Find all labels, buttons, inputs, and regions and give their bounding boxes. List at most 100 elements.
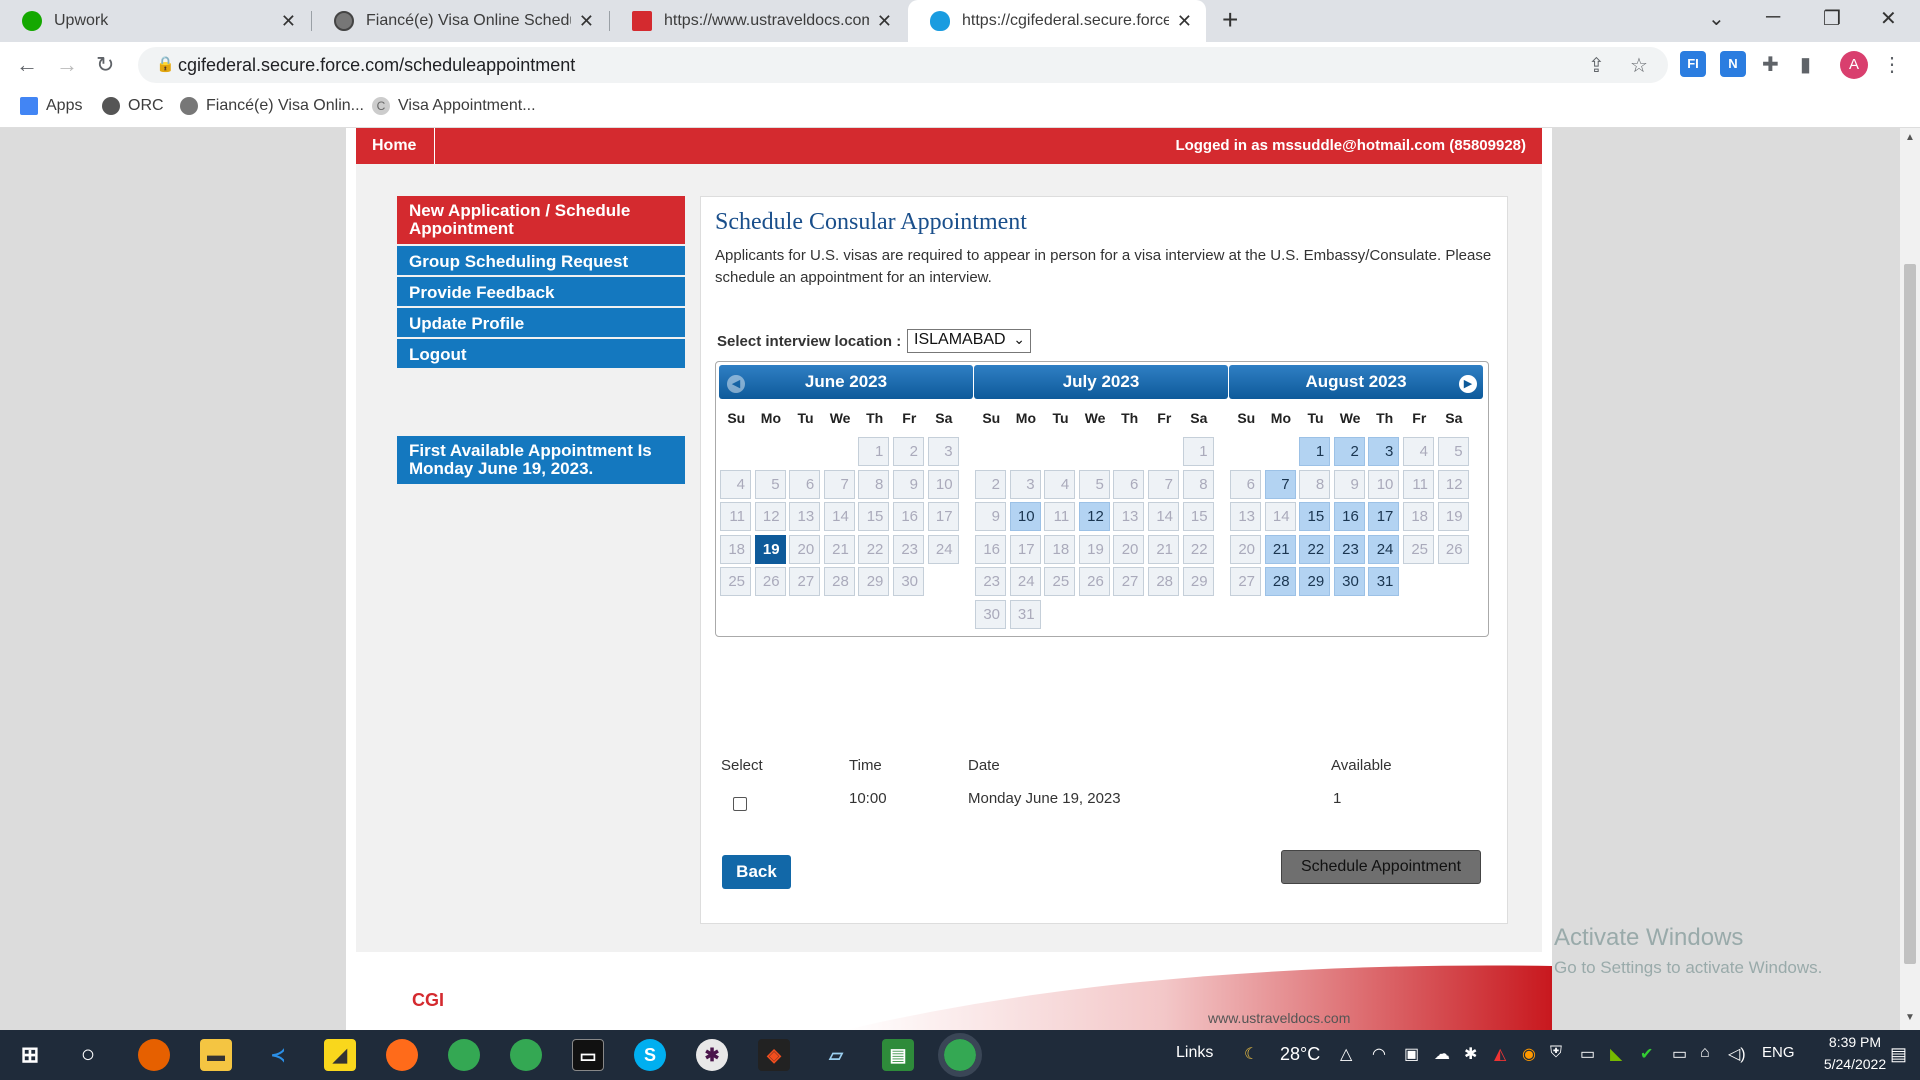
tab-upwork[interactable]: Upwork ✕ xyxy=(0,0,310,42)
battery-icon[interactable]: ▭ xyxy=(1672,1044,1687,1064)
calendar-day[interactable]: 1 xyxy=(1299,437,1331,466)
window-close-icon[interactable]: ✕ xyxy=(1880,6,1897,31)
calendar-day[interactable]: 31 xyxy=(1368,567,1400,596)
shield-icon[interactable]: ⛨ xyxy=(1550,1044,1562,1062)
url-text[interactable]: cgifederal.secure.force.com/scheduleappo… xyxy=(178,55,575,76)
notepad-icon[interactable]: ▱ xyxy=(820,1039,852,1071)
reload-icon[interactable]: ↻ xyxy=(96,52,114,78)
schedule-appointment-button[interactable]: Schedule Appointment xyxy=(1281,850,1481,884)
calendar-day[interactable]: 19 xyxy=(754,534,786,564)
restore-icon[interactable]: ❐ xyxy=(1823,6,1841,31)
tab-search-chevron-icon[interactable]: ⌄ xyxy=(1708,6,1725,31)
network-icon[interactable]: ⌂ xyxy=(1700,1044,1710,1062)
windows-start-icon[interactable]: ⊞ xyxy=(14,1039,46,1071)
slack-tray-icon[interactable]: ✱ xyxy=(1464,1044,1477,1064)
back-button[interactable]: Back xyxy=(722,855,791,889)
sidebar-item-update-profile[interactable]: Update Profile xyxy=(397,308,685,337)
file-explorer-icon[interactable]: ▬ xyxy=(200,1039,232,1071)
extension-fi-icon[interactable]: FI xyxy=(1680,51,1706,77)
bookmark-apps[interactable]: Apps xyxy=(20,97,82,115)
bookmark-star-icon[interactable]: ☆ xyxy=(1630,53,1648,78)
figma-icon[interactable]: ◈ xyxy=(758,1039,790,1071)
nvidia-icon[interactable]: ◣ xyxy=(1610,1044,1622,1064)
sticky-notes-icon[interactable]: ◢ xyxy=(324,1039,356,1071)
close-icon[interactable]: ✕ xyxy=(1177,11,1192,32)
weather-temperature[interactable]: 28°C xyxy=(1280,1044,1320,1065)
excel-chart-icon[interactable]: ▤ xyxy=(882,1039,914,1071)
wifi-icon[interactable]: ◠ xyxy=(1372,1044,1386,1064)
home-link[interactable]: Home xyxy=(372,137,416,155)
sidebar-item-provide-feedback[interactable]: Provide Feedback xyxy=(397,277,685,306)
lock-icon[interactable]: 🔒 xyxy=(156,55,175,73)
calendar-day[interactable]: 22 xyxy=(1299,534,1331,564)
share-icon[interactable]: ⇪ xyxy=(1588,53,1605,78)
bookmark-visa-appointment[interactable]: C Visa Appointment... xyxy=(372,97,536,115)
clock-date[interactable]: 5/24/2022 xyxy=(1822,1056,1888,1072)
minimize-icon[interactable]: ─ xyxy=(1766,6,1780,29)
appointment-checkbox[interactable] xyxy=(733,797,747,811)
side-panel-icon[interactable]: ▮ xyxy=(1800,52,1811,77)
tab-ustraveldocs[interactable]: https://www.ustraveldocs.com/pk ✕ xyxy=(610,0,906,42)
bookmark-fiance-visa[interactable]: Fiancé(e) Visa Onlin... xyxy=(180,97,364,115)
calendar-day[interactable]: 30 xyxy=(1333,567,1365,596)
cloud-icon[interactable]: ☁ xyxy=(1434,1044,1450,1064)
check-icon[interactable]: ✔ xyxy=(1640,1044,1653,1064)
calendar-day[interactable]: 2 xyxy=(1333,437,1365,466)
close-icon[interactable]: ✕ xyxy=(579,11,594,32)
calendar-day[interactable]: 15 xyxy=(1299,502,1331,531)
close-icon[interactable]: ✕ xyxy=(877,11,892,32)
sidebar-item-group-scheduling[interactable]: Group Scheduling Request xyxy=(397,246,685,275)
menu-kebab-icon[interactable]: ⋮ xyxy=(1882,52,1902,77)
calendar-day[interactable]: 3 xyxy=(1368,437,1400,466)
display-icon[interactable]: ▭ xyxy=(1580,1044,1595,1064)
sidebar-item-new-application[interactable]: New Application / Schedule Appointment xyxy=(397,196,685,244)
location-select[interactable]: ISLAMABAD ⌄ xyxy=(907,329,1031,353)
calendar-day[interactable]: 29 xyxy=(1299,567,1331,596)
forward-arrow-icon[interactable]: → xyxy=(56,52,78,78)
slack-icon[interactable]: ✱ xyxy=(696,1039,728,1071)
chrome-profile-icon[interactable] xyxy=(510,1039,542,1071)
camera-icon[interactable]: ▣ xyxy=(1404,1044,1419,1064)
extension-n-icon[interactable]: N xyxy=(1720,51,1746,77)
calendar-day[interactable]: 24 xyxy=(1368,534,1400,564)
avast-icon[interactable]: ◉ xyxy=(1522,1044,1536,1064)
bookmark-orc[interactable]: ORC xyxy=(102,97,164,115)
new-tab-plus-icon[interactable]: + xyxy=(1222,4,1238,36)
calendar-day[interactable]: 28 xyxy=(1264,567,1296,596)
scroll-up-icon[interactable]: ▲ xyxy=(1905,132,1915,143)
next-month-icon[interactable]: ▶ xyxy=(1459,375,1477,393)
back-arrow-icon[interactable]: ← xyxy=(16,52,38,78)
sidebar-item-logout[interactable]: Logout xyxy=(397,339,685,368)
scroll-down-icon[interactable]: ▼ xyxy=(1905,1012,1915,1023)
footer-url[interactable]: www.ustraveldocs.com xyxy=(1208,1010,1350,1026)
postman-icon[interactable] xyxy=(386,1039,418,1071)
tab-cgifederal[interactable]: https://cgifederal.secure.force.com ✕ xyxy=(908,0,1206,42)
skype-icon[interactable]: S xyxy=(634,1039,666,1071)
close-icon[interactable]: ✕ xyxy=(281,11,296,32)
calendar-day[interactable]: 23 xyxy=(1333,534,1365,564)
profile-avatar[interactable]: A xyxy=(1840,51,1868,79)
calendar-day[interactable]: 21 xyxy=(1264,534,1296,564)
chrome-active-icon[interactable] xyxy=(938,1033,982,1077)
pdf-icon[interactable]: ◭ xyxy=(1494,1044,1506,1064)
address-bar[interactable]: 🔒 cgifederal.secure.force.com/scheduleap… xyxy=(138,47,1668,83)
vscode-icon[interactable]: ≺ xyxy=(262,1039,294,1071)
language-indicator[interactable]: ENG xyxy=(1762,1044,1795,1061)
extensions-puzzle-icon[interactable]: ✚ xyxy=(1762,52,1779,77)
terminal-icon[interactable]: ▭ xyxy=(572,1039,604,1071)
calendar-day[interactable]: 7 xyxy=(1264,469,1296,499)
calendar-day[interactable]: 17 xyxy=(1368,502,1400,531)
firefox-icon[interactable] xyxy=(138,1039,170,1071)
google-drive-icon[interactable]: △ xyxy=(1340,1044,1352,1064)
volume-icon[interactable]: ◁) xyxy=(1728,1044,1746,1064)
page-scrollbar[interactable]: ▲ ▼ xyxy=(1900,128,1920,1030)
tab-fiance-visa[interactable]: Fiancé(e) Visa Online Scheduling ✕ xyxy=(312,0,608,42)
calendar-day[interactable]: 12 xyxy=(1078,502,1110,531)
prev-month-icon[interactable]: ◀ xyxy=(727,375,745,393)
calendar-day[interactable]: 10 xyxy=(1009,502,1041,531)
search-circle-icon[interactable]: ○ xyxy=(72,1039,104,1071)
calendar-day[interactable]: 16 xyxy=(1333,502,1365,531)
taskbar-links[interactable]: Links xyxy=(1176,1044,1213,1062)
clock-time[interactable]: 8:39 PM xyxy=(1822,1034,1888,1050)
chrome-icon[interactable] xyxy=(448,1039,480,1071)
